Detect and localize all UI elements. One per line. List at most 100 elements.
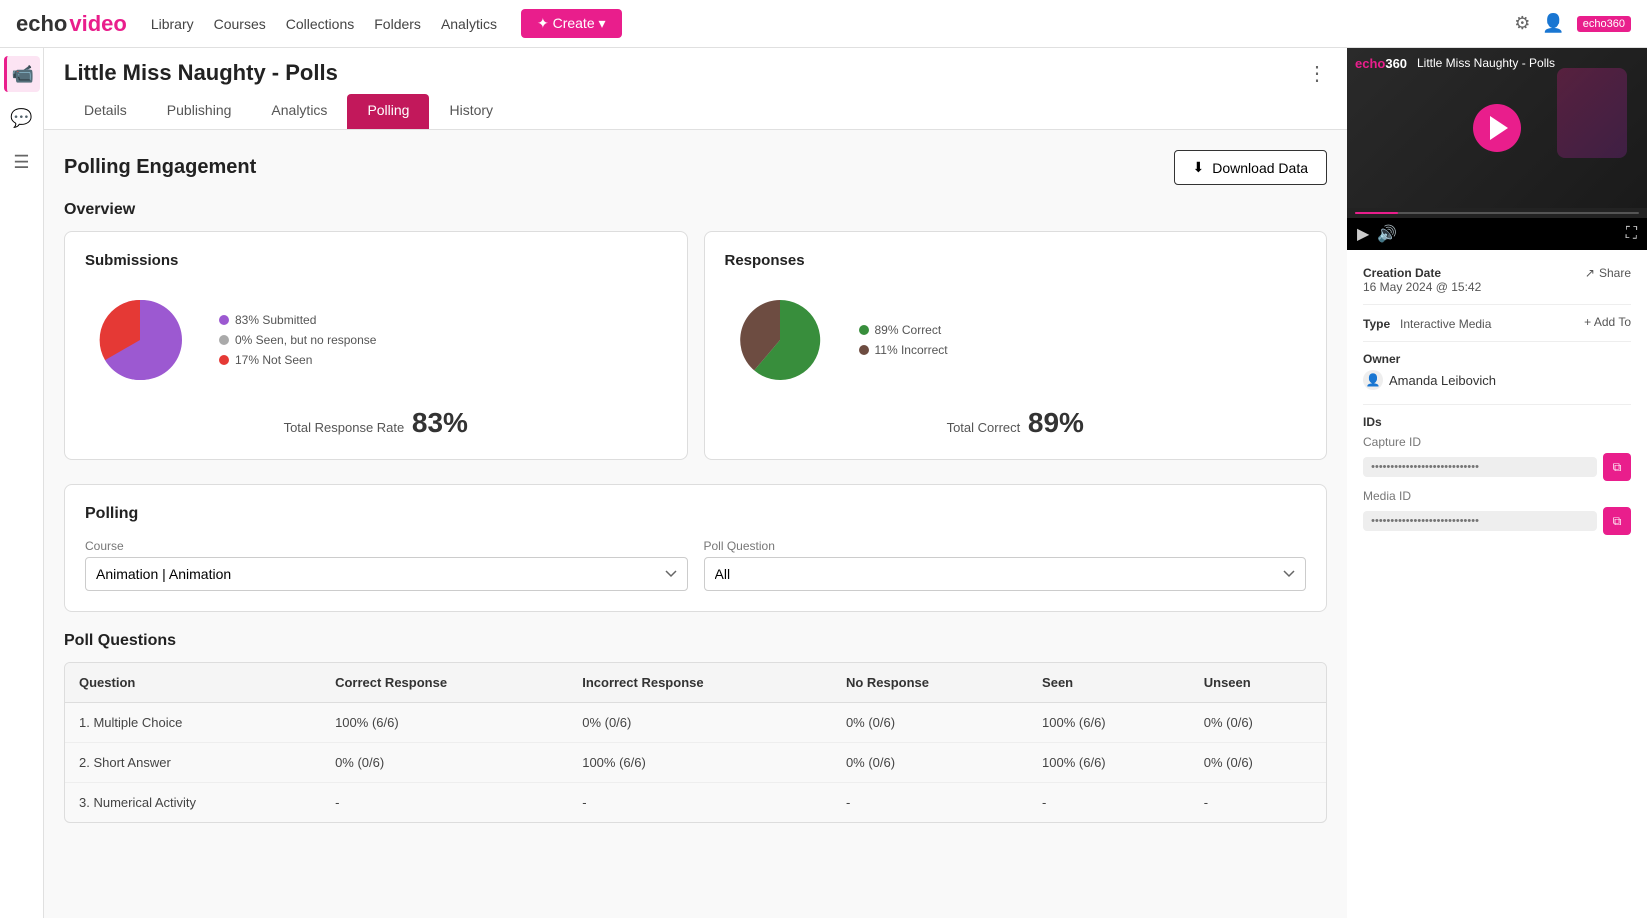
cell-question: 2. Short Answer [65,743,321,783]
video-thumbnail: echo360 Little Miss Naughty - Polls [1347,48,1647,208]
submitted-dot [219,315,229,325]
settings-icon[interactable]: ⚙ [1514,13,1530,34]
type-group: Type Interactive Media [1363,315,1491,331]
tab-polling[interactable]: Polling [347,94,429,129]
sidebar-chat-icon[interactable]: 💬 [4,100,40,136]
video-progress-fill [1355,212,1398,214]
tab-publishing[interactable]: Publishing [147,94,252,129]
share-button[interactable]: ↗ Share [1585,266,1631,280]
divider-1 [1363,304,1631,305]
nav-library[interactable]: Library [151,16,194,32]
owner-section: Owner 👤 Amanda Leibovich [1363,352,1631,390]
more-options-button[interactable]: ⋮ [1307,61,1327,86]
sidebar-list-icon[interactable]: ☰ [4,144,40,180]
poll-questions-section: Poll Questions Question Correct Response… [64,632,1327,823]
responses-title: Responses [725,252,1307,269]
video-progress-bar-area [1347,208,1647,218]
poll-question-filter-select[interactable]: All [704,557,1307,591]
cell-incorrect: 0% (0/6) [568,703,832,743]
seen-no-response-dot [219,335,229,345]
logo[interactable]: echovideo [16,11,127,37]
cell-incorrect: - [568,783,832,823]
course-filter-group: Course Animation | Animation [85,539,688,591]
cell-no-response: 0% (0/6) [832,703,1028,743]
owner-name: Amanda Leibovich [1389,373,1496,388]
create-button[interactable]: ✦ Create ▾ [521,9,622,38]
download-icon: ⬇ [1193,159,1205,176]
cell-no-response: 0% (0/6) [832,743,1028,783]
download-data-button[interactable]: ⬇ Download Data [1174,150,1327,185]
responses-legend: 89% Correct 11% Incorrect [859,323,948,357]
video-title-overlay: Little Miss Naughty - Polls [1417,56,1555,70]
echo360-video-label: echo360 [1355,56,1407,71]
table-row: 3. Numerical Activity - - - - - [65,783,1326,823]
progress-ticks [1355,212,1639,214]
play-button[interactable] [1473,104,1521,152]
col-correct-response: Correct Response [321,663,568,703]
panel-info: Creation Date 16 May 2024 @ 15:42 ↗ Shar… [1347,250,1647,918]
cell-no-response: - [832,783,1028,823]
fullscreen-icon[interactable]: ⛶ [1626,225,1637,243]
media-id-copy-button[interactable]: ⧉ [1603,507,1631,535]
polling-filters-title: Polling [85,505,1306,523]
responses-pie [725,285,835,395]
share-icon: ↗ [1585,266,1595,280]
nav-analytics[interactable]: Analytics [441,16,497,32]
video-thumb-graphic [1557,68,1627,158]
cell-correct: 0% (0/6) [321,743,568,783]
cell-question: 3. Numerical Activity [65,783,321,823]
responses-chart-content: 89% Correct 11% Incorrect [725,285,1307,395]
owner-row: 👤 Amanda Leibovich [1363,370,1631,390]
nav-courses[interactable]: Courses [214,16,266,32]
legend-not-seen: 17% Not Seen [219,353,376,367]
cell-question: 1. Multiple Choice [65,703,321,743]
ids-section: IDs Capture ID ⧉ Media ID ⧉ [1363,415,1631,535]
creation-date-group: Creation Date 16 May 2024 @ 15:42 [1363,266,1481,294]
play-control-icon[interactable]: ▶ [1357,224,1369,244]
creation-date-row: Creation Date 16 May 2024 @ 15:42 ↗ Shar… [1363,266,1631,294]
volume-icon[interactable]: 🔊 [1377,224,1397,244]
echo360-badge: echo360 [1577,16,1631,32]
polling-engagement-title: Polling Engagement [64,156,256,179]
correct-dot [859,325,869,335]
tab-bar: Details Publishing Analytics Polling His… [64,94,1327,129]
nav-links: Library Courses Collections Folders Anal… [151,16,497,32]
nav-collections[interactable]: Collections [286,16,354,32]
type-row: Type Interactive Media + Add To [1363,315,1631,331]
poll-question-filter-group: Poll Question All [704,539,1307,591]
poll-questions-table-wrapper: Question Correct Response Incorrect Resp… [64,662,1327,823]
filters-row: Course Animation | Animation Poll Questi… [85,539,1306,591]
capture-id-input[interactable] [1363,457,1597,477]
user-icon[interactable]: 👤 [1542,13,1564,34]
nav-folders[interactable]: Folders [374,16,421,32]
top-nav: echovideo Library Courses Collections Fo… [0,0,1647,48]
tab-analytics[interactable]: Analytics [251,94,347,129]
tab-history[interactable]: History [429,94,513,129]
course-filter-select[interactable]: Animation | Animation [85,557,688,591]
capture-id-copy-button[interactable]: ⧉ [1603,453,1631,481]
nav-right: ⚙ 👤 echo360 [1514,13,1631,34]
sidebar-media-icon[interactable]: 📹 [4,56,40,92]
media-id-input[interactable] [1363,511,1597,531]
media-id-field: ⧉ [1363,507,1631,535]
table-header-row: Question Correct Response Incorrect Resp… [65,663,1326,703]
logo-video: video [69,11,126,37]
main-layout: 📹 💬 ☰ Little Miss Naughty - Polls ⋮ Deta… [0,48,1647,918]
main-content: Polling Engagement ⬇ Download Data Overv… [44,130,1347,918]
col-seen: Seen [1028,663,1190,703]
submissions-chart-content: 83% Submitted 0% Seen, but no response 1… [85,285,667,395]
submissions-legend: 83% Submitted 0% Seen, but no response 1… [219,313,376,367]
cell-seen: 100% (6/6) [1028,743,1190,783]
play-triangle [1490,116,1508,140]
col-question: Question [65,663,321,703]
add-to-button[interactable]: + Add To [1584,315,1631,329]
content-area: Little Miss Naughty - Polls ⋮ Details Pu… [44,48,1347,918]
logo-echo: echo [16,11,67,37]
legend-seen-no-response: 0% Seen, but no response [219,333,376,347]
legend-correct: 89% Correct [859,323,948,337]
video-seekbar[interactable] [1355,212,1639,214]
cell-unseen: - [1190,783,1326,823]
response-rate-row: Total Response Rate 83% [85,407,667,439]
tab-details[interactable]: Details [64,94,147,129]
polling-engagement-header: Polling Engagement ⬇ Download Data [64,150,1327,185]
